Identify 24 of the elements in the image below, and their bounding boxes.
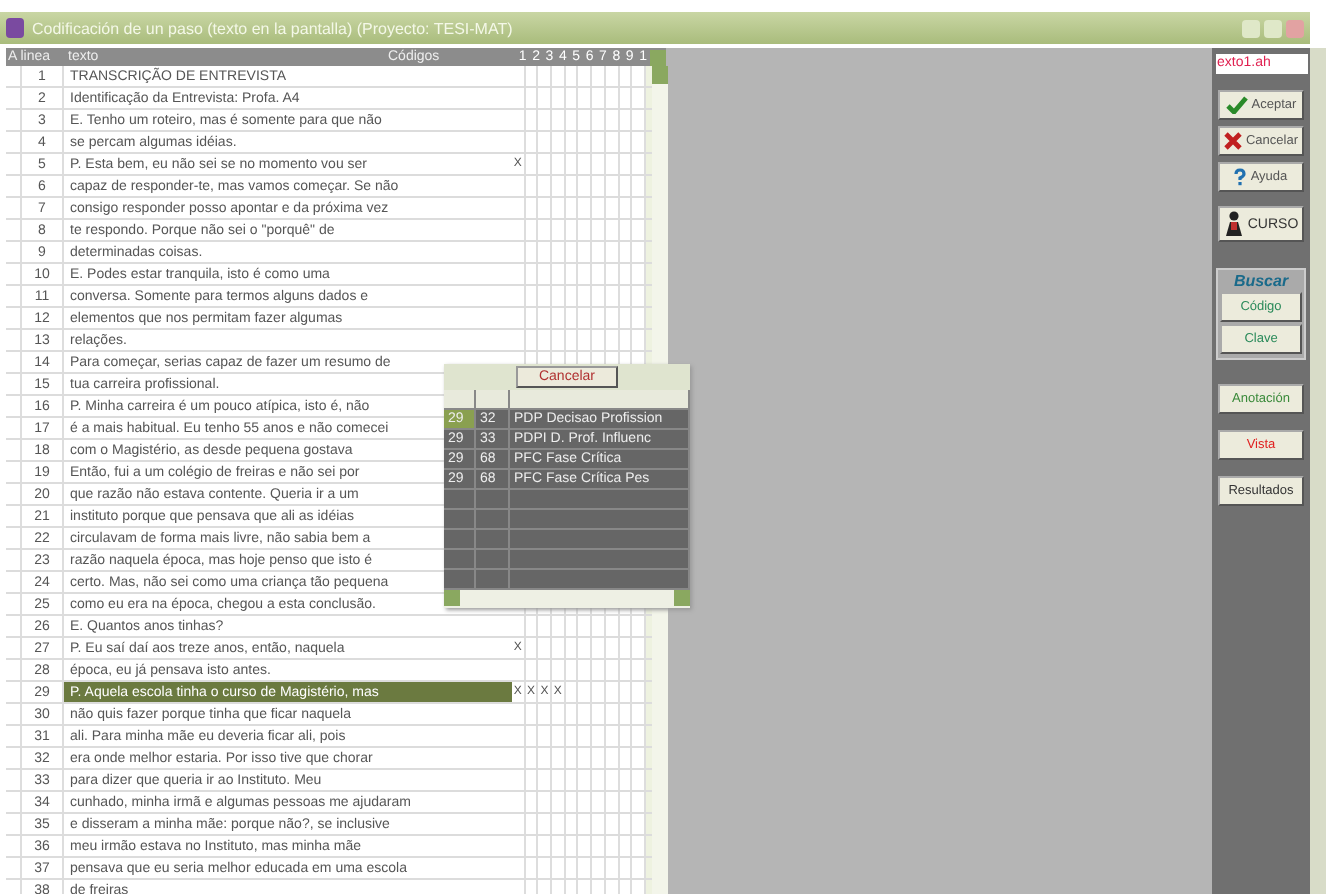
search-title: Buscar <box>1233 272 1289 290</box>
question-icon <box>1234 168 1247 186</box>
empty-cell <box>476 530 510 550</box>
empty-cell <box>476 550 510 570</box>
empty-cell <box>444 550 476 570</box>
scroll-up-icon[interactable] <box>650 49 666 65</box>
empty-cell <box>444 530 476 550</box>
empty-cell <box>444 510 476 530</box>
figure-icon <box>1223 210 1244 238</box>
minimize-icon[interactable] <box>1242 19 1260 37</box>
header-cell <box>476 390 510 410</box>
empty-cell <box>476 490 510 510</box>
scroll-left-icon[interactable] <box>444 590 460 606</box>
app-icon <box>6 18 24 38</box>
maximize-icon[interactable] <box>1264 19 1282 37</box>
scroll-thumb[interactable] <box>652 66 668 84</box>
header-cell <box>444 390 476 410</box>
window-title: Codificación de un paso (texto en la pantalla) (Proyecto: TESI-MAT) <box>32 19 515 37</box>
cross-icon <box>1223 132 1242 150</box>
close-icon[interactable] <box>1286 19 1304 37</box>
empty-cell <box>444 490 476 510</box>
empty-cell <box>476 510 510 530</box>
scroll-right-icon[interactable] <box>674 590 690 606</box>
check-icon <box>1225 96 1248 114</box>
